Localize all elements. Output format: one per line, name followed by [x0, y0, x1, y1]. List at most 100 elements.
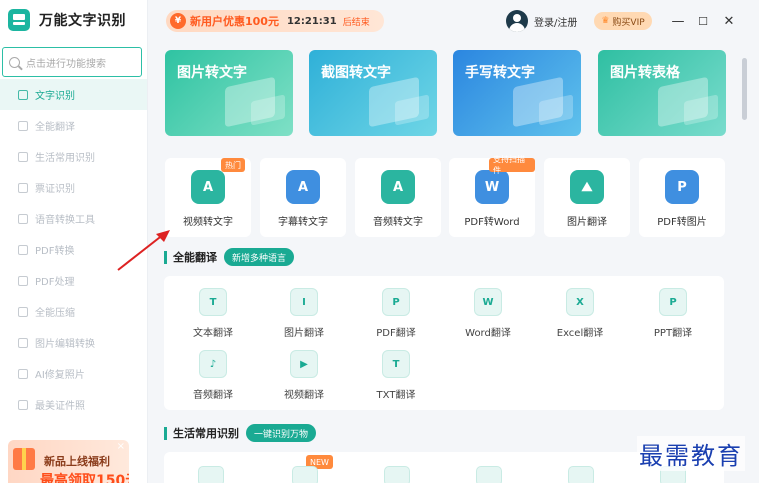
life-item-icon[interactable]: [476, 466, 502, 483]
translate-item-word[interactable]: W Word翻译: [443, 288, 533, 339]
id-photo-icon: [18, 399, 28, 410]
text-icon: [18, 89, 28, 100]
translate-item-txt[interactable]: T TXT翻译: [351, 350, 441, 401]
card-label: 手写转文字: [465, 65, 535, 81]
sidebar-item-ticket-recognition[interactable]: 票证识别: [0, 172, 147, 203]
translate-item-label: 文本翻译: [193, 328, 233, 339]
tool-video-to-text[interactable]: A 视频转文字 热门: [165, 158, 251, 237]
section-title-life: 生活常用识别 一键识别万物: [164, 424, 317, 442]
sidebar-item-label: PDF处理: [35, 277, 75, 288]
translate-item-video[interactable]: ▶ 视频翻译: [259, 350, 349, 401]
pdf-icon: [18, 244, 28, 255]
sidebar-item-life-recognition[interactable]: 生活常用识别: [0, 141, 147, 172]
tool-pdf-to-word[interactable]: W PDF转Word 支持扫描件: [449, 155, 535, 237]
translate-item-ppt[interactable]: P PPT翻译: [628, 288, 718, 339]
avatar: [506, 10, 528, 32]
subtitle-text-icon: A: [286, 170, 320, 204]
life-item-icon[interactable]: [198, 466, 224, 483]
search-icon: [9, 56, 20, 68]
promo-banner[interactable]: 新品上线福利 最高领取150元 ×: [8, 440, 129, 483]
sidebar-item-label: 全能压缩: [35, 308, 75, 319]
sidebar-item-label: 图片编辑转换: [35, 339, 95, 350]
sidebar-item-text-recognition[interactable]: 文字识别: [0, 79, 147, 110]
translate-item-label: 音频翻译: [193, 390, 233, 401]
sidebar-item-translate[interactable]: 全能翻译: [0, 110, 147, 141]
pdf-image-icon: P: [665, 170, 699, 204]
card-screenshot-to-text[interactable]: 截图转文字: [309, 50, 437, 136]
sidebar-item-label: AI修复照片: [35, 370, 85, 381]
section-heading: 全能翻译: [173, 251, 217, 264]
sidebar-item-ai-photo-repair[interactable]: AI修复照片: [0, 358, 147, 389]
sidebar-item-id-photo[interactable]: 最美证件照: [0, 389, 147, 420]
translate-item-pdf[interactable]: P PDF翻译: [351, 288, 441, 339]
translate-item-text[interactable]: T 文本翻译: [168, 288, 258, 339]
gift-icon: [13, 448, 35, 470]
translate-item-label: Excel翻译: [556, 328, 604, 339]
sidebar-item-compress[interactable]: 全能压缩: [0, 296, 147, 327]
search-input[interactable]: 点击进行功能搜索: [2, 47, 142, 77]
sidebar-item-label: PDF转换: [35, 246, 75, 257]
tool-subtitle-to-text[interactable]: A 字幕转文字: [260, 158, 346, 237]
login-label: 登录/注册: [534, 17, 578, 29]
tool-audio-to-text[interactable]: A 音频转文字: [355, 158, 441, 237]
translate-item-label: 图片翻译: [284, 328, 324, 339]
scan-support-badge: 支持扫描件: [489, 155, 535, 175]
maximize-button[interactable]: ☐: [693, 11, 713, 31]
app-title: 万能文字识别: [39, 13, 126, 29]
life-item-icon[interactable]: [568, 466, 594, 483]
card-label: 图片转表格: [610, 65, 680, 81]
scrollbar[interactable]: [742, 58, 747, 120]
pdf-doc-icon: P: [382, 288, 410, 316]
minimize-button[interactable]: —: [668, 11, 688, 31]
annotation-arrow-icon: [117, 230, 170, 271]
tool-image-translate[interactable]: ⛰ 图片翻译: [544, 158, 630, 237]
section-badge: 一键识别万物: [246, 424, 317, 442]
translate-item-label: 视频翻译: [284, 390, 324, 401]
tool-label: PDF转图片: [657, 217, 707, 228]
card-image-to-text[interactable]: 图片转文字: [165, 50, 293, 136]
translate-panel: T 文本翻译 I 图片翻译 P PDF翻译 W Word翻译 X Excel翻译 P PPT…: [164, 276, 724, 410]
life-item-icon[interactable]: [384, 466, 410, 483]
buy-vip-button[interactable]: ♛ 购买VIP: [594, 12, 652, 30]
section-title-translate: 全能翻译 新增多种语言: [164, 248, 295, 266]
offer-banner[interactable]: ¥ 新用户优惠100元 12:21:31 后结束: [166, 10, 384, 32]
close-button[interactable]: ✕: [719, 11, 739, 31]
translate-item-label: Word翻译: [465, 328, 511, 339]
section-badge: 新增多种语言: [224, 248, 295, 266]
brand: 万能文字识别: [8, 9, 126, 31]
login-button[interactable]: 登录/注册: [506, 10, 577, 32]
pdf-icon: [18, 275, 28, 286]
voice-icon: [18, 213, 28, 224]
vip-label: 购买VIP: [612, 17, 645, 28]
life-item-icon[interactable]: [292, 466, 318, 483]
watermark: 最需教育: [637, 436, 745, 471]
card-handwriting-to-text[interactable]: 手写转文字: [453, 50, 581, 136]
hot-badge: 热门: [221, 158, 245, 172]
tool-pdf-to-image[interactable]: P PDF转图片: [639, 158, 725, 237]
translate-item-image[interactable]: I 图片翻译: [259, 288, 349, 339]
translate-icon: [18, 120, 28, 131]
sidebar-item-image-edit[interactable]: 图片编辑转换: [0, 327, 147, 358]
offer-countdown: 12:21:31: [286, 15, 337, 27]
video-doc-icon: ▶: [290, 350, 318, 378]
card-label: 截图转文字: [321, 65, 391, 81]
card-image-to-table[interactable]: 图片转表格: [598, 50, 726, 136]
card-label: 图片转文字: [177, 65, 247, 81]
section-heading: 生活常用识别: [173, 427, 239, 440]
main-content: 图片转文字 截图转文字 手写转文字 图片转表格 A 视频转文字 热门 A 字幕转…: [148, 42, 746, 483]
ppt-doc-icon: P: [659, 288, 687, 316]
sidebar-item-label: 文字识别: [35, 91, 75, 102]
section-bar: [164, 426, 167, 440]
excel-doc-icon: X: [566, 288, 594, 316]
translate-item-audio[interactable]: ♪ 音频翻译: [168, 350, 258, 401]
translate-item-label: PDF翻译: [376, 328, 416, 339]
audio-doc-icon: ♪: [199, 350, 227, 378]
crown-icon: ♛: [601, 16, 610, 26]
text-doc-icon: T: [199, 288, 227, 316]
translate-item-excel[interactable]: X Excel翻译: [535, 288, 625, 339]
translate-item-label: TXT翻译: [376, 390, 416, 401]
close-icon[interactable]: ×: [117, 441, 125, 452]
image-translate-icon: ⛰: [570, 170, 604, 204]
sidebar-item-label: 票证识别: [35, 184, 75, 195]
ticket-icon: [18, 182, 28, 193]
